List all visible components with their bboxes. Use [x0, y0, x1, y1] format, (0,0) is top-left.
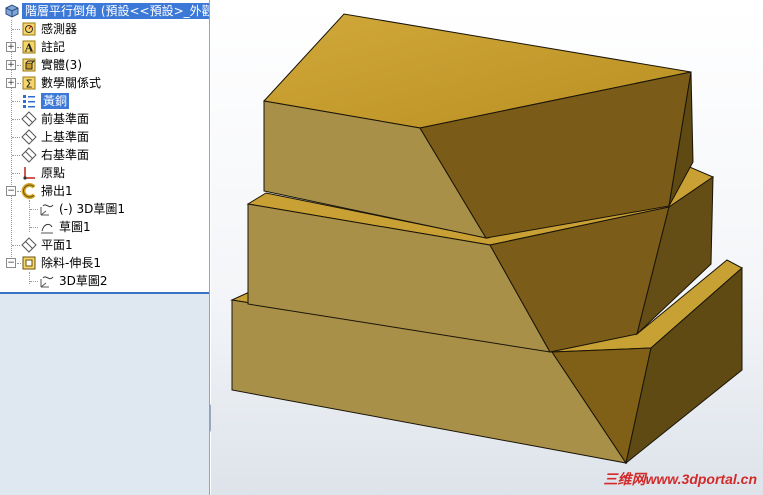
tree-item-origin[interactable]: 原點 — [0, 164, 209, 182]
part-icon — [5, 4, 19, 18]
panel-separator — [0, 292, 209, 294]
watermark-text: 三维网www.3dportal.cn — [603, 471, 758, 487]
solid-bodies-icon — [22, 58, 36, 72]
tree-item-annotations[interactable]: + A 註記 — [0, 38, 209, 56]
equations-icon: Σ — [22, 76, 36, 91]
tree-item-right-plane[interactable]: 右基準面 — [0, 146, 209, 164]
tree-item-solid-bodies[interactable]: + 實體(3) — [0, 56, 209, 74]
plane-icon — [21, 147, 37, 163]
sensor-icon — [22, 22, 36, 36]
origin-icon — [23, 167, 35, 180]
tree-item-sketch1[interactable]: 草圖1 — [0, 218, 209, 236]
tree-item-front-plane[interactable]: 前基準面 — [0, 110, 209, 128]
cut-extrude-icon — [22, 256, 36, 270]
tree-item-sensors[interactable]: 感測器 — [0, 20, 209, 38]
tree-item-cut-extrude[interactable]: − 除料-伸長1 — [0, 254, 209, 272]
svg-text:A: A — [24, 42, 34, 55]
tree-item-top-plane[interactable]: 上基準面 — [0, 128, 209, 146]
expand-toggle[interactable]: + — [6, 42, 16, 52]
tree-item-sweep[interactable]: − 掃出1 — [0, 182, 209, 200]
svg-text:Σ: Σ — [26, 78, 33, 91]
plane-icon — [21, 111, 37, 127]
expand-toggle[interactable]: + — [6, 60, 16, 70]
collapse-toggle[interactable]: − — [6, 258, 16, 268]
annotation-icon: A — [22, 40, 36, 55]
3d-sketch-icon — [40, 276, 54, 288]
tree-root-part[interactable]: 階層平行倒角 (預設<<預設>_外觀 — [0, 2, 209, 20]
graphics-viewport[interactable]: 三维网www.3dportal.cn — [211, 0, 763, 495]
feature-manager-tree: 階層平行倒角 (預設<<預設>_外觀 感測器 + A 註記 + 實體(3) + … — [0, 0, 210, 495]
sweep-icon — [21, 183, 36, 199]
tree-item-3d-sketch1[interactable]: (-) 3D草圖1 — [0, 200, 209, 218]
expand-toggle[interactable]: + — [6, 78, 16, 88]
feature-tree-list: 階層平行倒角 (預設<<預設>_外觀 感測器 + A 註記 + 實體(3) + … — [0, 0, 209, 293]
tree-item-material[interactable]: 黃銅 — [0, 92, 209, 110]
tree-item-plane1[interactable]: 平面1 — [0, 236, 209, 254]
tree-item-equations[interactable]: + Σ 數學關係式 — [0, 74, 209, 92]
plane-icon — [21, 237, 37, 253]
tree-root-label: 階層平行倒角 (預設<<預設>_外觀 — [22, 3, 209, 19]
plane-icon — [21, 129, 37, 145]
sketch-icon — [41, 223, 53, 234]
tree-item-3d-sketch2[interactable]: 3D草圖2 — [0, 272, 209, 290]
collapse-toggle[interactable]: − — [6, 186, 16, 196]
brass-stepped-model — [230, 13, 743, 465]
3d-sketch-icon — [40, 204, 54, 216]
material-icon — [23, 95, 35, 108]
